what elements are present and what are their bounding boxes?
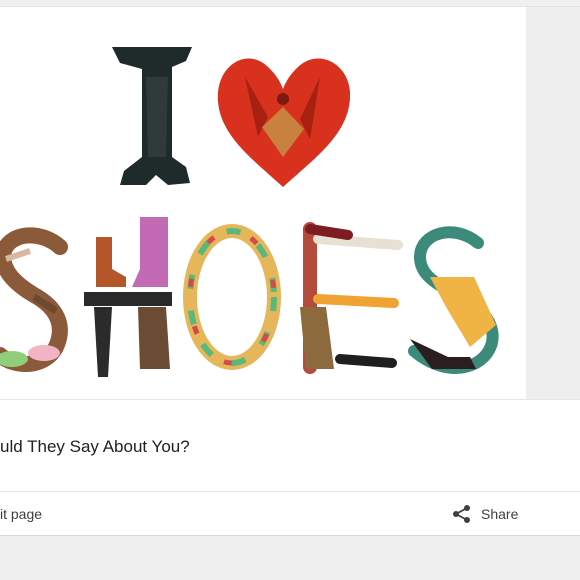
letter-s-shoes	[0, 227, 68, 372]
action-bar: it page Share	[0, 491, 580, 536]
letter-e-shoes	[300, 222, 403, 374]
letter-h-shoes	[84, 217, 172, 377]
letter-o-shoes	[183, 224, 281, 370]
share-icon	[453, 505, 470, 523]
image-gutter	[526, 7, 580, 399]
share-label: Share	[481, 506, 519, 522]
search-result-card: uld They Say About You? it page Share	[0, 6, 580, 536]
shoes-image[interactable]	[0, 7, 526, 399]
heart-shoes	[217, 58, 351, 187]
letter-s2-shoes	[408, 226, 499, 374]
i-love-shoes-artwork	[0, 47, 499, 377]
result-title-row[interactable]: uld They Say About You?	[0, 399, 580, 496]
letter-i-boot	[112, 47, 192, 185]
share-button[interactable]: Share	[452, 500, 518, 528]
result-title[interactable]: uld They Say About You?	[0, 437, 190, 457]
visit-page-link[interactable]: it page	[0, 506, 42, 522]
